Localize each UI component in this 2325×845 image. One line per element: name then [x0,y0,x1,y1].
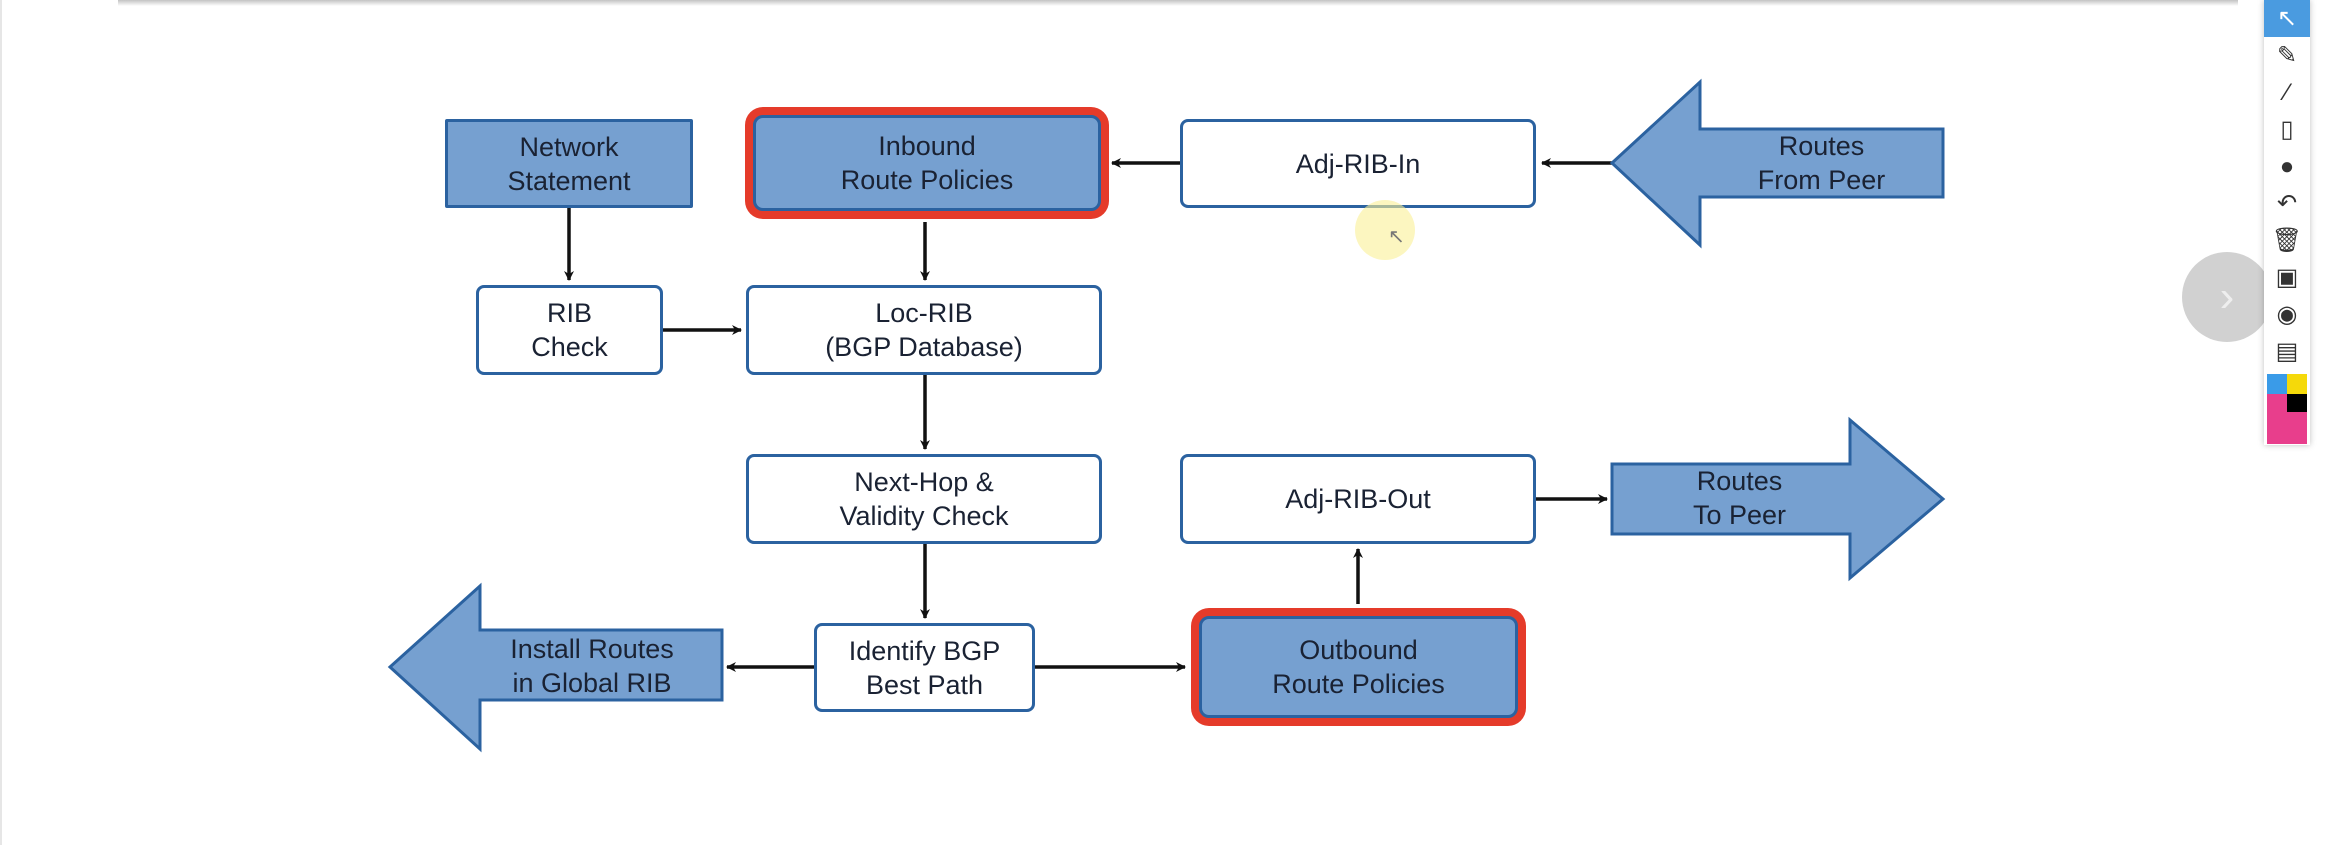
dot-icon[interactable]: ● [2264,148,2310,185]
undo-icon[interactable]: ↶ [2264,185,2310,222]
cursor-highlight [1355,200,1415,260]
pen-icon[interactable]: ✎ [2264,37,2310,74]
install-routes-label: Install Routes in Global RIB [510,634,674,698]
adj-rib-in-box: Adj-RIB-In [1180,119,1536,208]
next-slide-button[interactable]: › [2182,252,2272,342]
color-blue[interactable] [2267,374,2287,394]
mouse-pointer-icon: ↖ [1388,226,1405,248]
routes-from-peer-label: Routes From Peer [1757,131,1886,195]
next-hop-box: Next-Hop & Validity Check [746,454,1102,544]
chevron-right-icon: › [2219,272,2235,321]
network-statement-box: Network Statement [445,119,693,208]
color-palette[interactable] [2267,374,2307,444]
rib-check-box: RIB Check [476,285,663,375]
best-path-box: Identify BGP Best Path [814,623,1035,712]
color-yellow[interactable] [2287,374,2307,394]
clipboard-icon[interactable]: ▤ [2264,333,2310,370]
presenter-icon[interactable]: ▣ [2264,259,2310,296]
line-icon[interactable]: ∕ [2264,74,2310,111]
cursor-icon[interactable]: ↖ [2264,0,2310,37]
trash-icon[interactable]: 🗑 [2264,222,2310,259]
inbound-route-policies-box: Inbound Route Policies [753,115,1101,211]
routes-to-peer-label: Routes To Peer [1692,466,1787,530]
color-black[interactable] [2287,394,2307,412]
outbound-route-policies-box: Outbound Route Policies [1199,616,1518,718]
camera-icon[interactable]: ◉ [2264,296,2310,333]
adj-rib-out-box: Adj-RIB-Out [1180,454,1536,544]
eraser-icon[interactable]: ▯ [2264,111,2310,148]
loc-rib-box: Loc-RIB (BGP Database) [746,285,1102,375]
diagram-connectors [387,78,1946,753]
annotation-toolbar: ↖ ✎ ∕ ▯ ● ↶ 🗑 ▣ ◉ ▤ [2264,0,2310,445]
